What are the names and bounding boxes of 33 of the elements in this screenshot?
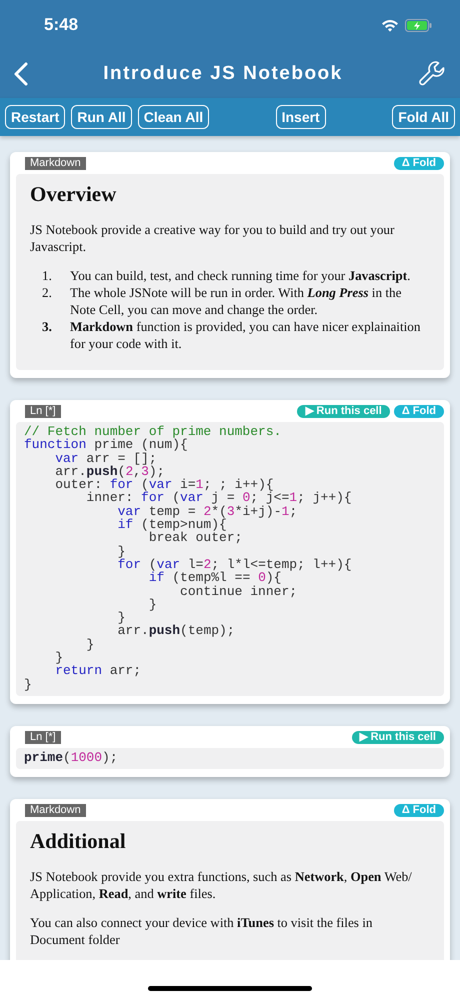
fold-button[interactable]: Δ Fold [394,804,444,818]
run-cell-button[interactable]: ▶ Run this cell [352,730,444,744]
toolbar-button[interactable]: Insert [276,105,326,129]
list-number: 1. [42,267,53,284]
status-time: 5:48 [44,15,80,35]
heading: Additional [30,829,127,854]
paragraph: JS Notebook provide a creative way for you to build and try out your Javascript. [30,221,396,255]
list-item-text: You can build, test, and check running time for your Javascript. [70,267,410,284]
cell-type-label: Ln [*] [25,405,61,418]
toolbar-button[interactable]: Fold All [392,105,455,129]
code-editor[interactable]: // Fetch number of prime numbers. function prime (num){ var arr = []; arr.push(2,3); outer: for (var i=1; ; i++){ inner: for (var j = 0; j<=1; j++){ var temp = 2*(3*i+j)-1; if (temp>num){ break outer; } for (var l=2; l*l<=temp; l++){ if (temp%l == 0){ continue inner; } } arr.push(temp); } } return arr; } [16,422,444,696]
cell-type-label: Markdown [25,804,86,818]
list-item-text: The whole JSNote will be run in order. With Long Press in the Note Cell, you can move and change the order. [70,284,402,318]
cell-type-label: Markdown [25,157,86,170]
code-editor[interactable]: prime(1000); [16,748,444,770]
run-cell-button[interactable]: ▶ Run this cell [297,405,390,418]
wifi-icon [381,18,399,32]
heading: Overview [30,182,118,207]
paragraph: JS Notebook provide you extra functions, such as Network, Open Web/ Application, Read, and write files. [30,868,413,902]
toolbar-button[interactable]: Restart [5,105,66,129]
list-number: 3. [42,318,53,336]
back-icon[interactable] [14,62,28,86]
list-number: 2. [42,284,53,302]
page-title: Introduce JS Notebook [102,63,344,85]
paragraph: You can also connect your device with iTunes to visit the files in Document folder [30,914,374,948]
cell-type-label: Ln [*] [25,730,61,744]
fold-button[interactable]: Δ Fold [394,157,444,170]
battery-charging-icon [405,18,432,32]
fold-button[interactable]: Δ Fold [394,405,444,418]
list-item-text: Markdown function is provided, you can have nicer explainaition for your code with it. [70,318,422,352]
toolbar-button[interactable]: Run All [71,105,132,129]
toolbar-button[interactable]: Clean All [138,105,210,129]
wrench-icon[interactable] [418,60,446,88]
